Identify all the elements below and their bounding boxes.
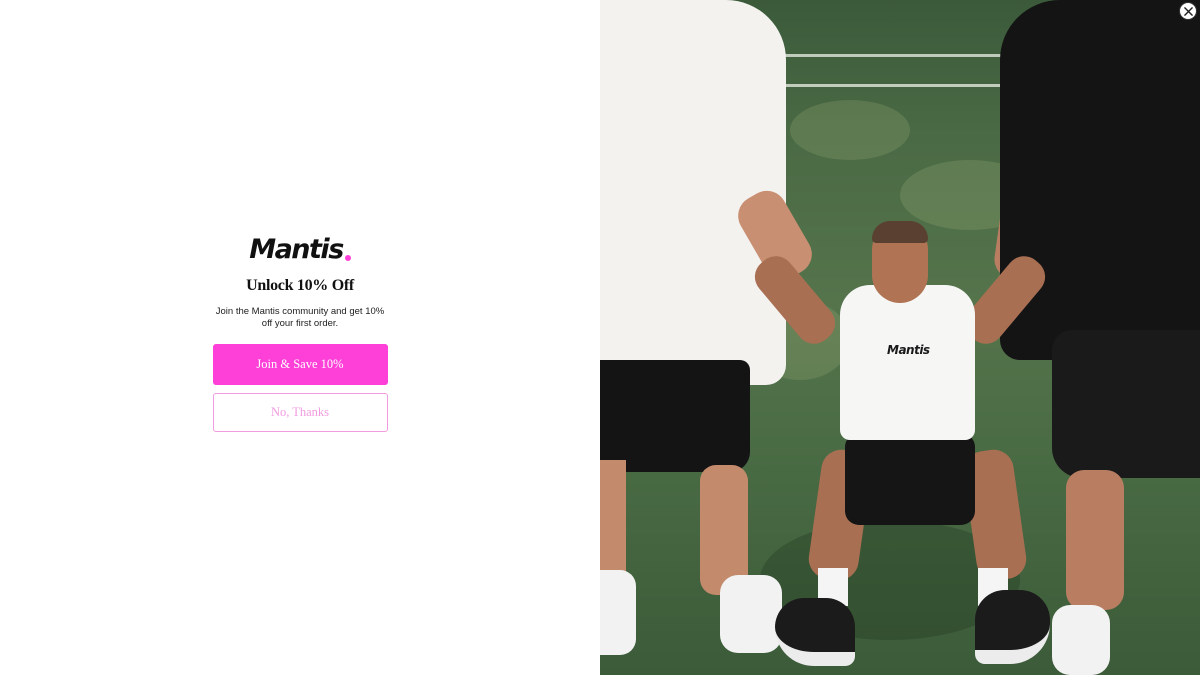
signup-panel: Mantis Unlock 10% Off Join the Mantis co… <box>0 0 600 675</box>
player-left-shoe <box>720 575 782 653</box>
seated-player-shorts <box>845 433 975 525</box>
signup-content: Mantis Unlock 10% Off Join the Mantis co… <box>212 236 388 432</box>
player-right-leg <box>1066 470 1124 610</box>
player-left-shoe <box>600 570 636 655</box>
hero-photo: Mantis <box>600 0 1200 675</box>
brand-logo-dot <box>344 255 351 261</box>
popup-headline: Unlock 10% Off <box>246 277 354 294</box>
court-line <box>760 54 1040 57</box>
close-button[interactable] <box>1179 2 1197 20</box>
join-save-button[interactable]: Join & Save 10% <box>212 344 388 385</box>
popup-subtext: Join the Mantis community and get 10% of… <box>215 306 385 329</box>
no-thanks-button[interactable]: No, Thanks <box>212 393 388 432</box>
brand-logo: Mantis <box>249 236 351 264</box>
seated-player-shirt <box>840 285 975 440</box>
player-left-shorts <box>600 360 750 472</box>
court-line <box>775 84 1025 87</box>
shirt-logo: Mantis <box>887 343 930 357</box>
player-right-shorts <box>1052 330 1200 478</box>
seated-player-shoe <box>775 598 855 666</box>
seated-player-hair <box>872 221 928 243</box>
seated-player-shoe <box>975 590 1050 664</box>
sunlight-patch <box>790 100 910 160</box>
player-right-shirt <box>1000 0 1200 360</box>
player-right-shoe <box>1052 605 1110 675</box>
close-icon <box>1183 6 1193 16</box>
brand-logo-text: Mantis <box>249 234 344 265</box>
